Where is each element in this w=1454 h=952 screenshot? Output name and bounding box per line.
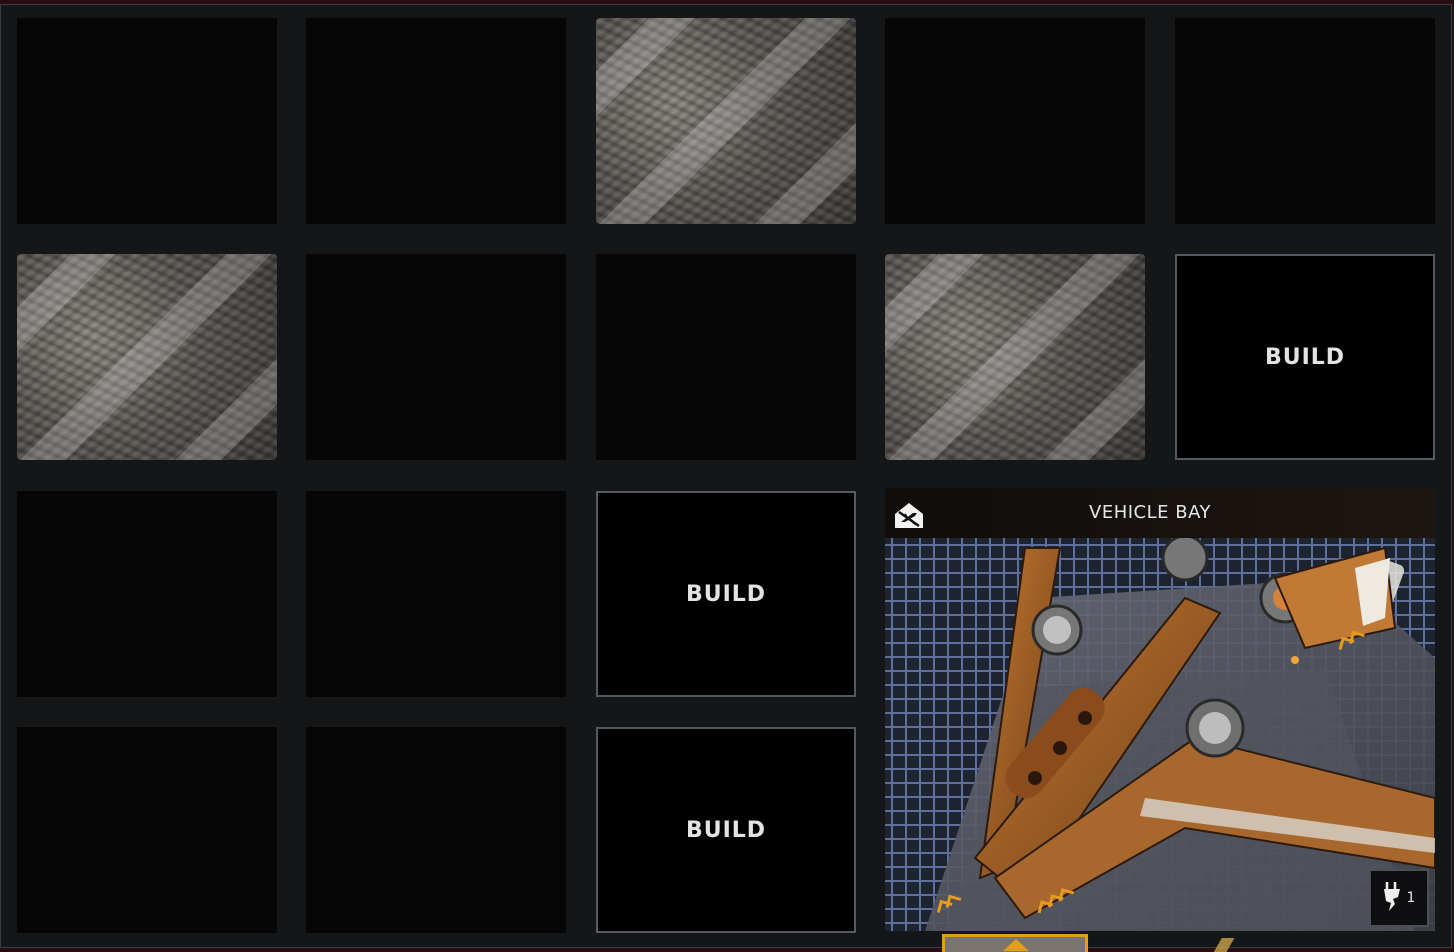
build-label: BUILD (685, 581, 767, 607)
vehicle-bay-scene (885, 538, 1435, 931)
power-plug-icon (1383, 880, 1401, 916)
grid-slot-rock (596, 18, 856, 224)
grid-slot-empty[interactable] (17, 18, 277, 224)
grid-slot-empty[interactable] (1175, 18, 1435, 224)
grid-slot-empty[interactable] (596, 254, 856, 460)
power-count: 1 (1406, 890, 1416, 906)
grid-slot-empty[interactable] (17, 727, 277, 933)
bottom-expand-tab[interactable] (942, 934, 1088, 952)
build-slot-button[interactable]: BUILD (1175, 254, 1435, 460)
grid-slot-empty[interactable] (306, 491, 566, 697)
build-slot-button[interactable]: BUILD (596, 727, 856, 933)
grid-slot-rock (885, 254, 1145, 460)
build-label: BUILD (685, 817, 767, 843)
grid-slot-empty[interactable] (885, 18, 1145, 224)
vehicle-bay-header: VEHICLE BAY (885, 488, 1435, 538)
power-badge: 1 (1369, 869, 1429, 927)
build-label: BUILD (1264, 344, 1346, 370)
grid-slot-empty[interactable] (306, 18, 566, 224)
grid-slot-empty[interactable] (306, 254, 566, 460)
grid-slot-empty[interactable] (306, 727, 566, 933)
vehicle-bay-title: VEHICLE BAY (1089, 502, 1211, 523)
chevron-up-icon (1003, 939, 1029, 951)
grid-slot-empty[interactable] (17, 491, 277, 697)
build-slot-button[interactable]: BUILD (596, 491, 856, 697)
no-aircraft-icon (893, 500, 925, 530)
vehicle-bay-facility[interactable]: VEHICLE BAY 1 (885, 488, 1435, 931)
grid-slot-rock (17, 254, 277, 460)
decorative-stripe (1205, 938, 1239, 952)
